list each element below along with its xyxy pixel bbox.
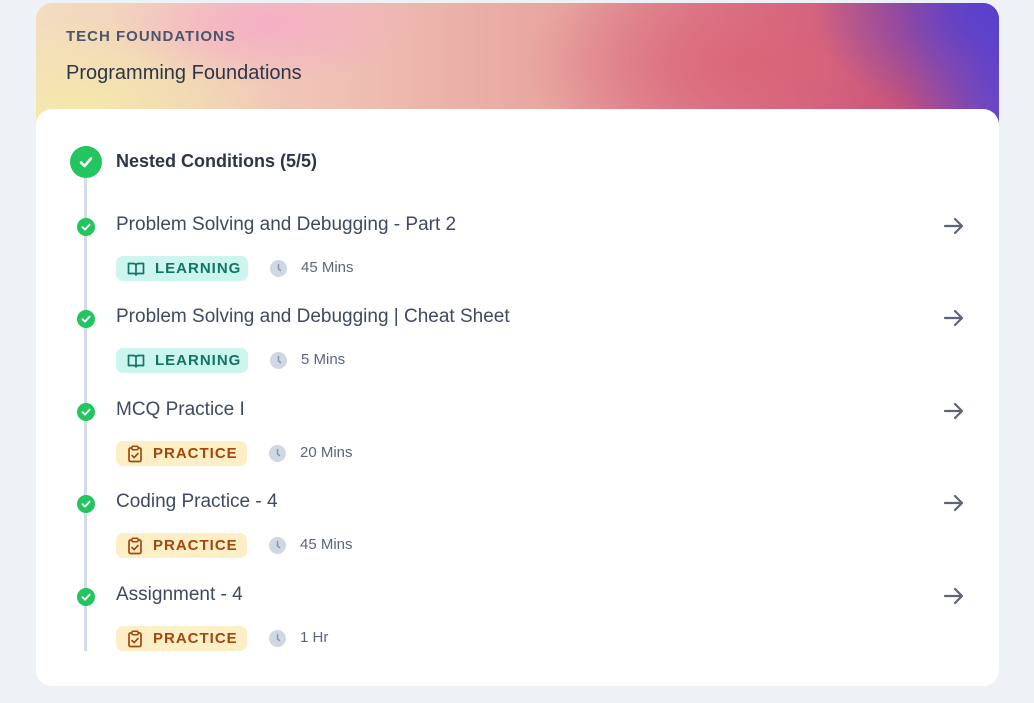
list-item[interactable]: Coding Practice - 4 PRACTICE 45 Mins <box>36 491 999 583</box>
item-title[interactable]: Problem Solving and Debugging | Cheat Sh… <box>116 306 510 328</box>
arrow-right-icon[interactable] <box>942 214 966 238</box>
clipboard-check-icon <box>128 445 142 462</box>
section-title[interactable]: Nested Conditions (5/5) <box>116 151 317 172</box>
check-icon <box>77 218 95 236</box>
category-tag: PRACTICE <box>116 626 247 651</box>
arrow-right-icon[interactable] <box>942 584 966 608</box>
book-icon <box>127 262 145 276</box>
item-title[interactable]: MCQ Practice I <box>116 399 245 421</box>
clipboard-check-icon <box>128 630 142 647</box>
course-category: TECH FOUNDATIONS <box>66 28 236 45</box>
tag-label: PRACTICE <box>153 537 238 554</box>
check-icon <box>77 310 95 328</box>
clock-icon <box>270 352 287 369</box>
check-icon <box>77 403 95 421</box>
content-panel: Nested Conditions (5/5) Problem Solving … <box>36 109 999 686</box>
category-tag: LEARNING <box>116 348 248 373</box>
duration-text: 5 Mins <box>301 351 346 368</box>
list-item[interactable]: Problem Solving and Debugging - Part 2 L… <box>36 214 999 306</box>
duration-text: 1 Hr <box>300 629 329 646</box>
course-card: TECH FOUNDATIONS Programming Foundations… <box>36 3 999 686</box>
clock-icon <box>270 260 287 277</box>
category-tag: PRACTICE <box>116 533 247 558</box>
arrow-right-icon[interactable] <box>942 306 966 330</box>
clock-icon <box>269 537 286 554</box>
clock-icon <box>269 630 286 647</box>
arrow-right-icon[interactable] <box>942 399 966 423</box>
item-title[interactable]: Problem Solving and Debugging - Part 2 <box>116 214 456 236</box>
list-item[interactable]: Assignment - 4 PRACTICE 1 Hr <box>36 584 999 676</box>
duration-text: 45 Mins <box>301 259 354 276</box>
course-title: Programming Foundations <box>66 62 302 84</box>
tag-label: LEARNING <box>155 352 242 369</box>
clock-icon <box>269 445 286 462</box>
duration-text: 45 Mins <box>300 536 353 553</box>
category-tag: PRACTICE <box>116 441 247 466</box>
duration-text: 20 Mins <box>300 444 353 461</box>
item-title[interactable]: Assignment - 4 <box>116 584 243 606</box>
tag-label: PRACTICE <box>153 445 238 462</box>
list-item[interactable]: Problem Solving and Debugging | Cheat Sh… <box>36 306 999 398</box>
check-icon <box>77 495 95 513</box>
category-tag: LEARNING <box>116 256 248 281</box>
item-title[interactable]: Coding Practice - 4 <box>116 491 278 513</box>
check-icon <box>77 588 95 606</box>
tag-label: LEARNING <box>155 260 242 277</box>
book-icon <box>127 354 145 368</box>
tag-label: PRACTICE <box>153 630 238 647</box>
section-check-icon <box>70 146 102 178</box>
arrow-right-icon[interactable] <box>942 491 966 515</box>
list-item[interactable]: MCQ Practice I PRACTICE 20 Mins <box>36 399 999 491</box>
clipboard-check-icon <box>128 537 142 554</box>
